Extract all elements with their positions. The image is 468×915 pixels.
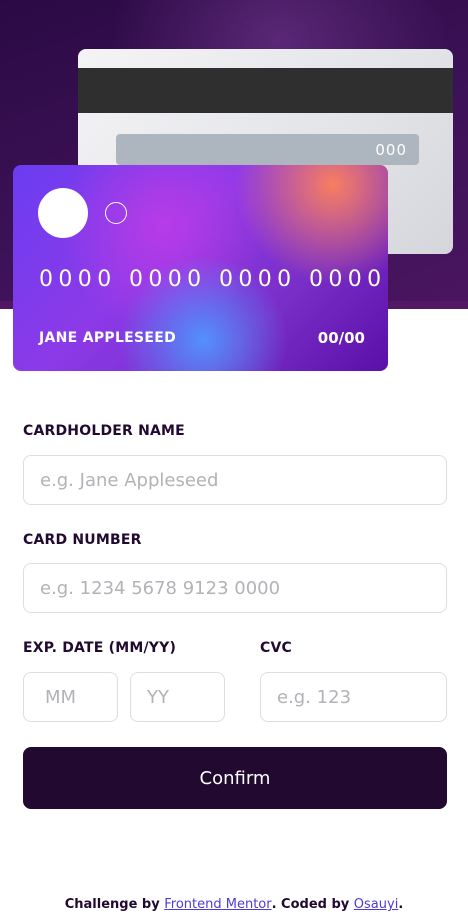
card-number-label: CARD NUMBER bbox=[23, 532, 142, 548]
card-back-cvc: 000 bbox=[375, 140, 407, 159]
cvc-label: CVC bbox=[260, 640, 292, 656]
card-front-name: JANE APPLESEED bbox=[39, 330, 177, 346]
exp-date-label: EXP. DATE (MM/YY) bbox=[23, 640, 177, 656]
exp-month-input[interactable] bbox=[23, 672, 118, 722]
attribution-footer: Challenge by Frontend Mentor. Coded by O… bbox=[0, 897, 468, 912]
attribution-prefix: Challenge by bbox=[64, 897, 165, 912]
cardholder-name-label: CARDHOLDER NAME bbox=[23, 423, 185, 439]
attribution-suffix: . bbox=[398, 897, 404, 912]
magnetic-strip bbox=[78, 68, 453, 113]
signature-strip: 000 bbox=[116, 134, 419, 165]
card-logo-circle-filled-icon bbox=[38, 188, 88, 238]
attribution-middle: . Coded by bbox=[271, 897, 354, 912]
card-front-number: 0000 0000 0000 0000 bbox=[39, 267, 387, 292]
card-front: 0000 0000 0000 0000 JANE APPLESEED 00/00 bbox=[13, 165, 388, 371]
cvc-input[interactable] bbox=[260, 672, 447, 722]
frontend-mentor-link[interactable]: Frontend Mentor bbox=[164, 897, 271, 912]
exp-year-input[interactable] bbox=[130, 672, 225, 722]
card-logo-circle-outline-icon bbox=[105, 202, 127, 224]
card-front-expiry: 00/00 bbox=[317, 329, 365, 347]
cardholder-name-input[interactable] bbox=[23, 455, 447, 505]
confirm-button[interactable]: Confirm bbox=[23, 747, 447, 809]
card-number-input[interactable] bbox=[23, 563, 447, 613]
author-link[interactable]: Osauyi bbox=[354, 897, 399, 912]
